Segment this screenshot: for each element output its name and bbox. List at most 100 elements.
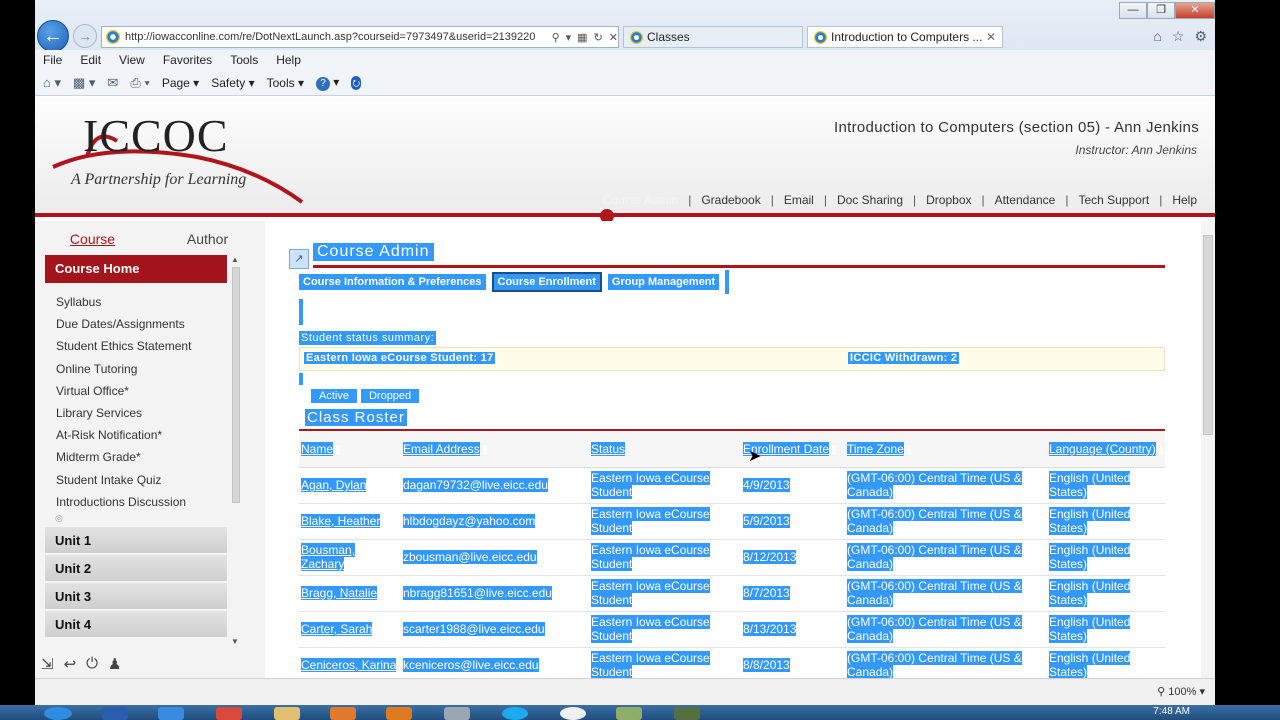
home-page-icon[interactable]: ⌂ ▾ [43, 75, 61, 91]
close-window-button[interactable]: ✕ [1175, 2, 1215, 19]
address-bar[interactable]: http://iowacconline.com/re/DotNextLaunch… [101, 26, 619, 48]
sidebar-item-intake-quiz[interactable]: Student Intake Quiz [45, 469, 227, 491]
sidebar-item-library[interactable]: Library Services [45, 402, 227, 424]
menu-help[interactable]: Help [276, 53, 301, 67]
scroll-down-icon[interactable]: ▼ [231, 637, 239, 646]
menu-view[interactable]: View [119, 53, 145, 67]
tab-intro-computers[interactable]: Introduction to Computers ... ✕ [807, 26, 1003, 48]
sidebar-item-due-dates[interactable]: Due Dates/Assignments [45, 313, 227, 335]
student-name-link[interactable]: Ceniceros, Karina [301, 658, 397, 672]
back-button[interactable]: ← [37, 20, 69, 52]
talk-icon[interactable] [560, 707, 586, 720]
word-icon[interactable] [102, 707, 128, 720]
sidebar-item-ethics[interactable]: Student Ethics Statement [45, 335, 227, 357]
minimize-button[interactable]: — [1119, 2, 1147, 19]
menu-file[interactable]: File [43, 53, 62, 67]
sidebar-scroll-thumb[interactable] [232, 267, 240, 503]
nav-help[interactable]: Help [1162, 193, 1207, 207]
unit-3[interactable]: Unit 3 [45, 583, 227, 611]
undo-icon[interactable]: ↩ [64, 655, 77, 673]
dropdown-icon[interactable]: ▾ [566, 31, 572, 44]
iccoc-logo[interactable]: ICCOC A Partnership for Learning [47, 107, 317, 207]
tab-group-management[interactable]: Group Management [607, 274, 720, 290]
search-icon[interactable]: ⚲ [552, 31, 560, 44]
tab-classes[interactable]: Classes [623, 26, 803, 48]
tab-course[interactable]: Course [35, 227, 150, 251]
compat-view-icon[interactable]: ▦ [577, 31, 587, 44]
maximize-button[interactable]: ❐ [1147, 2, 1175, 19]
ie-icon[interactable] [158, 707, 184, 720]
recorder-icon[interactable] [674, 707, 700, 720]
nav-dropbox[interactable]: Dropbox [916, 193, 981, 207]
mail-icon[interactable]: ✉ [107, 75, 118, 91]
tab-close-icon[interactable]: ✕ [986, 30, 996, 44]
skype-icon[interactable] [502, 707, 528, 720]
course-home-button[interactable]: Course Home [45, 255, 227, 283]
chrome-icon[interactable] [216, 707, 242, 720]
tools-menu[interactable]: Tools ▾ [267, 76, 304, 90]
student-name-link[interactable]: Bragg, Natalie [301, 586, 378, 600]
start-button-icon[interactable] [44, 707, 72, 720]
sidebar-scrollbar[interactable]: ▲ ▼ [231, 255, 241, 647]
nav-course-admin[interactable]: Course Admin [593, 193, 688, 207]
power-icon[interactable]: ⏻ [86, 655, 98, 673]
refresh-icon[interactable]: ↻ [594, 31, 603, 44]
filter-dropped[interactable]: Dropped [360, 389, 420, 403]
firefox-icon[interactable] [330, 707, 356, 720]
sidebar-item-tutoring[interactable]: Online Tutoring [45, 358, 227, 380]
explorer-icon[interactable] [274, 707, 300, 720]
menu-edit[interactable]: Edit [80, 53, 101, 67]
content-scroll-thumb[interactable] [1203, 235, 1213, 435]
sidebar-item-syllabus[interactable]: Syllabus [45, 291, 227, 313]
nav-email[interactable]: Email [774, 193, 824, 207]
column-header-time-zone[interactable]: Time Zone [845, 431, 1047, 468]
users-icon[interactable]: ♟ [108, 655, 121, 673]
nav-gradebook[interactable]: Gradebook [691, 193, 770, 207]
help-menu[interactable]: ? ▾ [315, 75, 339, 91]
stop-icon[interactable]: ✕ [609, 31, 618, 44]
column-header-status[interactable]: Status [589, 431, 741, 468]
favorites-star-icon[interactable]: ☆ [1172, 28, 1185, 45]
safety-menu[interactable]: Safety ▾ [211, 76, 254, 90]
column-header-name[interactable]: Name [299, 431, 401, 468]
home-icon[interactable]: ⌂ [1153, 28, 1161, 45]
new-tab-button[interactable] [1005, 26, 1017, 48]
nav-tech-support[interactable]: Tech Support [1068, 193, 1159, 207]
bluetooth-icon[interactable]: ⭮ [351, 75, 362, 90]
tab-author[interactable]: Author [150, 227, 265, 251]
page-menu[interactable]: Page ▾ [162, 76, 199, 90]
column-header-email[interactable]: Email Address [401, 431, 589, 468]
sidebar-item-introductions[interactable]: Introductions Discussion [45, 491, 227, 513]
student-name-link[interactable]: Bousman, Zachary [301, 543, 356, 571]
sidebar-item-at-risk[interactable]: At-Risk Notification* [45, 424, 227, 446]
content-scrollbar[interactable] [1201, 221, 1215, 678]
filter-active[interactable]: Active [311, 389, 357, 403]
menu-tools[interactable]: Tools [230, 53, 258, 67]
feeds-icon[interactable]: ▩ ▾ [73, 75, 95, 91]
expand-frame-icon[interactable]: ↗ [289, 249, 309, 269]
student-name-link[interactable]: Agan, Dylan [301, 478, 367, 492]
nav-doc-sharing[interactable]: Doc Sharing [827, 193, 913, 207]
forward-button[interactable]: → [73, 24, 97, 48]
tab-course-information[interactable]: Course Information & Preferences [299, 274, 486, 290]
notes-icon[interactable] [616, 707, 642, 720]
outlook-icon[interactable] [386, 707, 412, 720]
unit-2[interactable]: Unit 2 [45, 555, 227, 583]
expand-icon[interactable]: ◎ [55, 513, 63, 524]
sidebar-item-virtual-office[interactable]: Virtual Office* [45, 380, 227, 402]
column-header-language[interactable]: Language (Country) [1047, 431, 1165, 468]
sidebar-item-midterm[interactable]: Midterm Grade* [45, 446, 227, 468]
student-name-link[interactable]: Blake, Heather [301, 514, 381, 528]
tab-course-enrollment[interactable]: Course Enrollment [491, 272, 602, 292]
student-name-link[interactable]: Carter, Sarah [301, 622, 373, 636]
scroll-up-icon[interactable]: ▲ [231, 255, 239, 264]
unit-1[interactable]: Unit 1 [45, 527, 227, 555]
app-icon[interactable] [444, 707, 470, 720]
print-icon[interactable]: ⎙ ▾ [130, 75, 149, 91]
gear-icon[interactable]: ⚙ [1194, 28, 1207, 45]
zoom-control[interactable]: ⚲ 100% ▾ [1157, 685, 1205, 698]
unit-4[interactable]: Unit 4 [45, 611, 227, 639]
menu-favorites[interactable]: Favorites [163, 53, 212, 67]
address-url[interactable]: http://iowacconline.com/re/DotNextLaunch… [125, 31, 544, 43]
popout-icon[interactable]: ⇲ [41, 655, 54, 673]
